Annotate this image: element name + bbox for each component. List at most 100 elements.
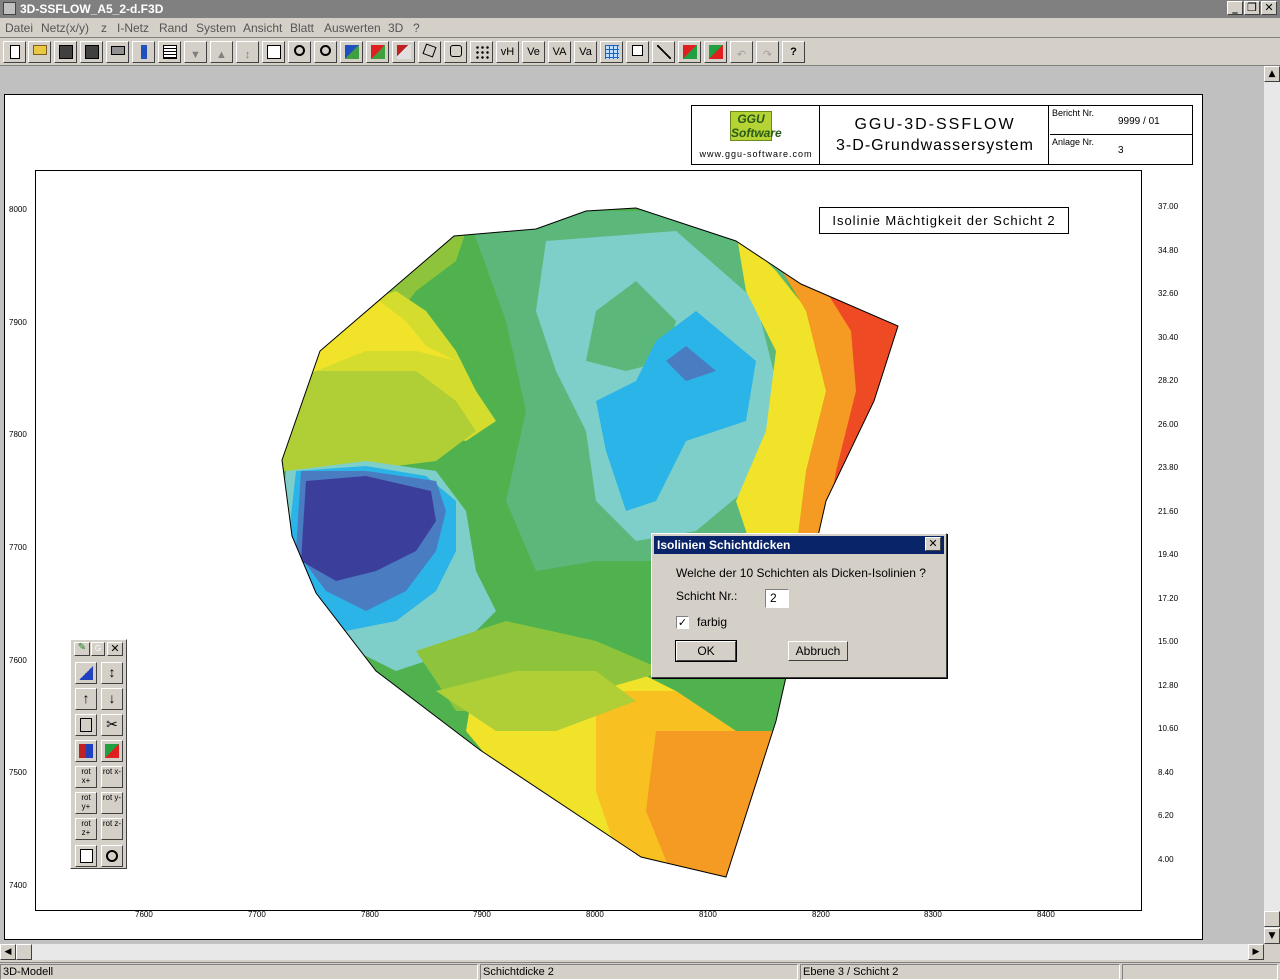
rot-y-plus-button[interactable]: rot y+ — [75, 792, 97, 814]
legend-level-label: 19.40 — [1158, 550, 1179, 559]
rot-z-plus-button[interactable]: rot z+ — [75, 818, 97, 840]
box-button[interactable] — [75, 714, 97, 736]
rot-x-minus-button[interactable]: rot x- — [101, 766, 123, 788]
scroll-up-button[interactable]: ▲ — [1264, 66, 1280, 82]
cut-button[interactable]: ✂ — [101, 714, 123, 736]
printer-icon — [110, 46, 125, 55]
zoom-page-button[interactable] — [75, 845, 97, 867]
menu-auswerten[interactable]: Auswerten — [324, 21, 381, 35]
list-button[interactable] — [158, 41, 181, 63]
dialog-close-button[interactable]: ✕ — [925, 537, 941, 551]
arrow-up-icon: ▲ — [216, 49, 227, 61]
palette-g-tab[interactable]: G — [91, 642, 105, 656]
legend-level-label: 8.40 — [1158, 767, 1174, 777]
undo-icon: ↶ — [736, 49, 747, 61]
color-fill-button[interactable] — [366, 41, 389, 63]
zoom-page-button[interactable] — [262, 41, 285, 63]
layer-number-input[interactable]: 2 — [765, 589, 789, 608]
scroll-thumb[interactable] — [16, 944, 32, 960]
tool-palette[interactable]: ✎ G ✕ ↕ ↑ ↓ ✂ rot x+ rot x- rot y+ rot y… — [70, 639, 127, 869]
points-button[interactable] — [470, 41, 493, 63]
palette-close-button[interactable]: ✕ — [107, 642, 123, 656]
va-lower-button[interactable]: Va — [574, 41, 597, 63]
save-button[interactable] — [54, 41, 77, 63]
app-icon — [3, 2, 16, 15]
slope-button[interactable] — [75, 662, 97, 684]
magnifier-icon — [294, 45, 305, 56]
up-button[interactable]: ↑ — [75, 688, 97, 710]
minimize-button[interactable]: _ — [1227, 1, 1243, 15]
tool-button[interactable] — [132, 41, 155, 63]
scroll-down-button[interactable]: ▼ — [1264, 928, 1280, 944]
status-panel-empty — [1122, 964, 1278, 980]
menu-z[interactable]: z — [101, 21, 107, 35]
menu-rand[interactable]: Rand — [159, 21, 188, 35]
rot-z-minus-button[interactable]: rot z- — [101, 818, 123, 840]
page-zoom-icon — [79, 849, 93, 863]
vertical-scrollbar[interactable]: ▲ ▼ — [1264, 66, 1280, 944]
colored-checkbox[interactable]: ✓ — [676, 616, 689, 629]
arrow-down-button[interactable]: ▼ — [184, 41, 207, 63]
rot-x-plus-button[interactable]: rot x+ — [75, 766, 97, 788]
grid-button[interactable] — [600, 41, 623, 63]
arrow-down-icon: ▼ — [190, 49, 201, 61]
save-as-button[interactable] — [80, 41, 103, 63]
horizontal-scrollbar[interactable]: ◀ ▶ — [0, 944, 1264, 960]
arrow-left-icon: ◀ — [4, 947, 12, 957]
scroll-thumb[interactable] — [1264, 911, 1280, 927]
open-button[interactable] — [28, 41, 51, 63]
drawing-area[interactable]: GGU Software www.ggu-software.com GGU-3D… — [0, 66, 1264, 944]
menu-ansicht[interactable]: Ansicht — [243, 21, 282, 35]
line-button[interactable] — [652, 41, 675, 63]
menu-3d[interactable]: 3D — [388, 21, 403, 35]
zoom-out-button[interactable] — [288, 41, 311, 63]
report-row: Bericht Nr. 9999 / 01 — [1050, 106, 1193, 135]
undo-button[interactable]: ↶ — [730, 41, 753, 63]
x-tick-label: 8300 — [924, 910, 942, 919]
ve-button[interactable]: Ve — [522, 41, 545, 63]
print-button[interactable] — [106, 41, 129, 63]
updown-button[interactable]: ↕ — [101, 662, 123, 684]
rot-y-minus-button[interactable]: rot y- — [101, 792, 123, 814]
ok-button[interactable]: OK — [675, 640, 737, 662]
arrow-up-button[interactable]: ▲ — [210, 41, 233, 63]
logo-area: GGU Software www.ggu-software.com — [692, 106, 820, 164]
scroll-right-button[interactable]: ▶ — [1248, 944, 1264, 960]
zoom-button[interactable] — [101, 845, 123, 867]
redo-button[interactable]: ↷ — [756, 41, 779, 63]
slope-icon — [79, 666, 93, 680]
section-button[interactable] — [678, 41, 701, 63]
arrow-down-icon: ↓ — [108, 690, 116, 706]
restore-button[interactable]: ❐ — [1244, 1, 1260, 15]
section2-button[interactable] — [704, 41, 727, 63]
polygon-button[interactable] — [418, 41, 441, 63]
menu-system[interactable]: System — [196, 21, 236, 35]
menu-blatt[interactable]: Blatt — [290, 21, 314, 35]
window-title: 3D-SSFLOW_A5_2-d.F3D — [20, 2, 164, 16]
x-tick-label: 8200 — [812, 910, 830, 919]
copy-button[interactable] — [626, 41, 649, 63]
menu-help[interactable]: ? — [413, 21, 420, 35]
arrow-updown-button[interactable]: ↕ — [236, 41, 259, 63]
vh-button[interactable]: vH — [496, 41, 519, 63]
menu-netz[interactable]: Netz(x/y) — [41, 21, 89, 35]
legend-level-label: 10.60 — [1158, 724, 1179, 733]
colored-label: farbig — [697, 615, 728, 629]
va-upper-button[interactable]: VA — [548, 41, 571, 63]
menu-i-netz[interactable]: I-Netz — [117, 21, 149, 35]
color-cube-button[interactable] — [75, 740, 97, 762]
legend-level-label: 32.60 — [1158, 289, 1179, 298]
boundary-button[interactable] — [444, 41, 467, 63]
cancel-button[interactable]: Abbruch — [788, 641, 848, 661]
down-button[interactable]: ↓ — [101, 688, 123, 710]
view-3d-button[interactable] — [340, 41, 363, 63]
menu-datei[interactable]: Datei — [5, 21, 33, 35]
shade-button[interactable] — [392, 41, 415, 63]
scroll-left-button[interactable]: ◀ — [0, 944, 16, 960]
help-button[interactable]: ? — [782, 41, 805, 63]
zoom-in-button[interactable] — [314, 41, 337, 63]
palette-pencil-tab[interactable]: ✎ — [74, 642, 90, 656]
section-view-button[interactable] — [101, 740, 123, 762]
close-button[interactable]: ✕ — [1261, 1, 1277, 15]
new-file-button[interactable] — [3, 41, 26, 63]
